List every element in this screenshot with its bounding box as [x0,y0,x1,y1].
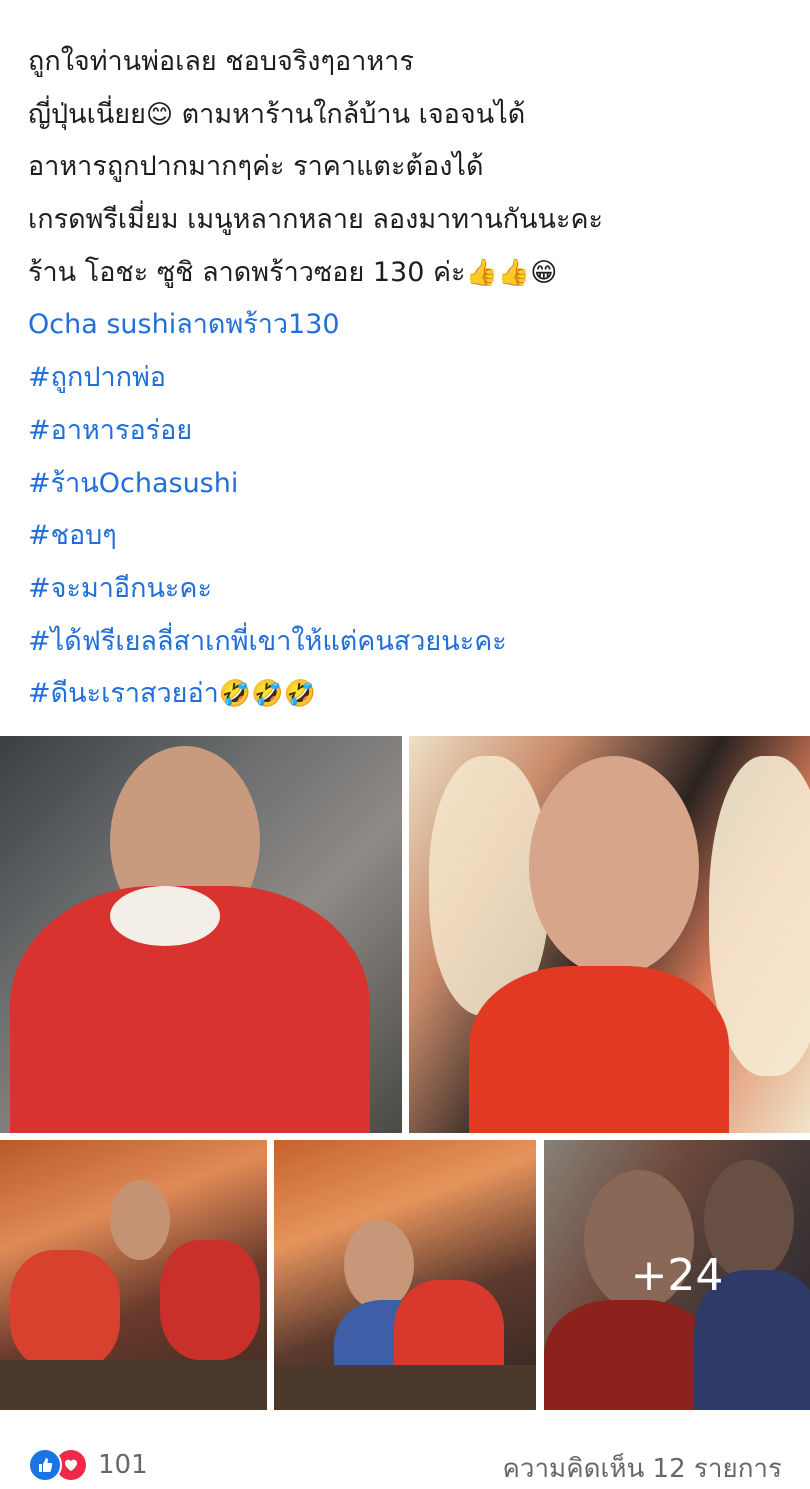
hashtag-link[interactable]: #อาหารอร่อย [28,405,798,458]
post-text-5: ร้าน โอชะ ซูชิ ลาดพร้าวซอย 130 ค่ะ [28,256,466,288]
reactions-summary[interactable]: 101 [28,1448,148,1482]
photo-figure [110,1180,170,1260]
photo-1[interactable] [0,736,402,1133]
place-link[interactable]: Ocha sushiลาดพร้าว130 [28,299,798,352]
photo-4[interactable] [274,1140,536,1410]
photo-figure [160,1240,260,1360]
more-photos-count: +24 [630,1249,724,1301]
thumbs-up-emoji-icon: 👍👍😁 [465,257,558,288]
post-text-2: ญี่ปุ่นเนี่ยย [28,98,146,130]
smile-emoji-icon: 😊 [145,99,174,130]
photo-3[interactable] [0,1140,267,1410]
post-line-1: ถูกใจท่านพ่อเลย ชอบจริงๆอาหาร [28,36,798,89]
hashtag-link[interactable]: #ร้านOchasushi [28,458,798,511]
photo-figure [274,1365,536,1410]
post-text-2b: ตามหาร้านใกล้บ้าน เจอจนได้ [173,98,526,130]
photo-2[interactable] [409,736,810,1133]
post-footer: 101 ความคิดเห็น 12 รายการ [0,1410,810,1489]
post-line-4: เกรดพรีเมี่ยม เมนูหลากหลาย ลองมาทานกันนะ… [28,194,798,247]
photo-figure [469,966,729,1133]
post-line-last: #ดีนะเราสวยอ่า🤣🤣🤣 [28,668,798,721]
like-reaction-icon [28,1448,62,1482]
hashtag-link[interactable]: #ชอบๆ [28,510,798,563]
photo-figure [0,1360,267,1410]
laughing-emoji-icon: 🤣🤣🤣 [218,679,316,710]
photo-figure [529,756,699,976]
comments-count-link[interactable]: ความคิดเห็น 12 รายการ [502,1448,782,1489]
photo-figure [10,1250,120,1370]
photo-5-more[interactable]: +24 [544,1140,810,1410]
hashtag-link[interactable]: #ดีนะเราสวยอ่า [28,678,219,709]
photo-grid: +24 [0,736,810,1410]
more-photos-overlay[interactable]: +24 [544,1140,810,1410]
post-line-5: ร้าน โอชะ ซูชิ ลาดพร้าวซอย 130 ค่ะ👍👍😁 [28,247,798,300]
post-text: ถูกใจท่านพ่อเลย ชอบจริงๆอาหาร ญี่ปุ่นเนี… [28,36,798,721]
post-line-3: อาหารถูกปากมากๆค่ะ ราคาแตะต้องได้ [28,141,798,194]
hashtag-link[interactable]: #ได้ฟรีเยลลี่สาเกพี่เขาให้แต่คนสวยนะคะ [28,616,798,669]
post-line-2: ญี่ปุ่นเนี่ยย😊 ตามหาร้านใกล้บ้าน เจอจนได… [28,89,798,142]
reaction-count: 101 [98,1450,148,1480]
post-text-4: เกรดพรีเมี่ยม เมนูหลากหลาย ลองมาทานกันนะ… [28,204,604,236]
photo-figure [110,886,220,946]
hashtag-link[interactable]: #ถูกปากพ่อ [28,352,798,405]
hashtag-link[interactable]: #จะมาอีกนะคะ [28,563,798,616]
post-text-1: ถูกใจท่านพ่อเลย ชอบจริงๆอาหาร [28,46,414,77]
post-text-3: อาหารถูกปากมากๆค่ะ ราคาแตะต้องได้ [28,151,484,183]
